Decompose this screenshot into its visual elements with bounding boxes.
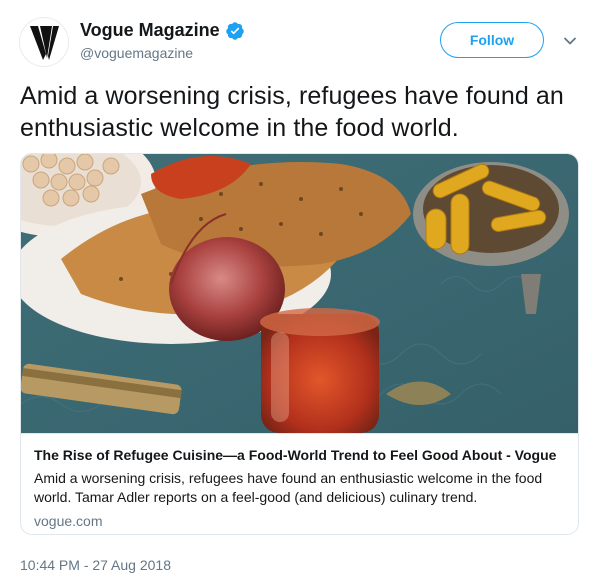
card-description: Amid a worsening crisis, refugees have f…	[34, 470, 543, 505]
link-card[interactable]: The Rise of Refugee Cuisine—a Food-World…	[20, 153, 579, 535]
verified-badge-icon	[225, 21, 244, 40]
follow-button[interactable]: Follow	[440, 22, 544, 58]
card-domain[interactable]: vogue.com	[34, 513, 102, 529]
author-name-row: Vogue Magazine	[80, 20, 245, 41]
food-photo-image	[21, 154, 578, 433]
tweet: Vogue Magazine @voguemagazine Follow Ami…	[0, 0, 600, 584]
vogue-v-logo-icon	[30, 26, 59, 60]
tweet-timestamp[interactable]: 10:44 PM - 27 Aug 2018	[20, 557, 171, 573]
tweet-text: Amid a worsening crisis, refugees have f…	[20, 82, 564, 142]
author-handle[interactable]: @voguemagazine	[80, 45, 193, 61]
card-body[interactable]: The Rise of Refugee Cuisine—a Food-World…	[21, 433, 578, 529]
card-title[interactable]: The Rise of Refugee Cuisine—a Food-World…	[34, 447, 564, 463]
chevron-down-icon[interactable]	[562, 33, 578, 49]
avatar[interactable]	[19, 17, 69, 67]
author-display-name[interactable]: Vogue Magazine	[80, 20, 220, 41]
